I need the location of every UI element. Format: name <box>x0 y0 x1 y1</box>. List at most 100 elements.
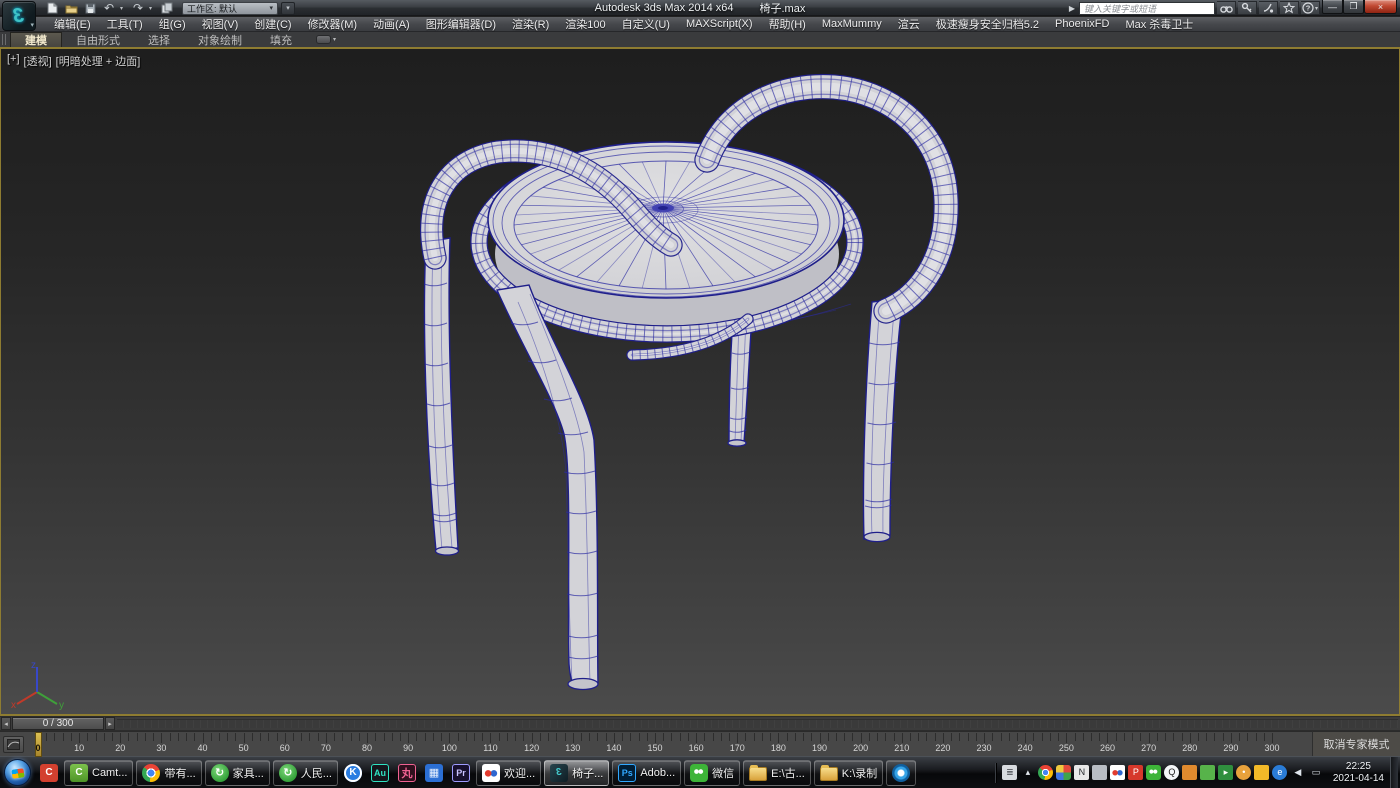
taskbar-window-browser360[interactable]: ↻人民... <box>273 760 338 786</box>
ribbon-tab-4[interactable]: 填充 <box>256 32 306 47</box>
search-input[interactable]: 键入关键字或短语 <box>1079 2 1215 15</box>
menu-item-16[interactable]: PhoenixFD <box>1047 17 1117 32</box>
cancel-expert-mode-button[interactable]: 取消专家模式 <box>1312 731 1400 756</box>
ribbon-tab-0[interactable]: 建模 <box>10 32 62 47</box>
taskbar-window-camtasia-green[interactable]: CCamt... <box>64 760 133 786</box>
ruler-label-160: 160 <box>689 743 704 753</box>
recorder-icon[interactable]: ▸ <box>1218 765 1233 780</box>
ruler-tick <box>581 733 582 741</box>
usb-icon[interactable] <box>1092 765 1107 780</box>
time-slider-handle[interactable]: 0 / 300 <box>12 717 104 730</box>
minimize-button[interactable]: — <box>1322 0 1343 14</box>
previous-frame-button[interactable]: ◂ <box>1 717 11 730</box>
menu-item-6[interactable]: 动画(A) <box>365 17 418 32</box>
menu-item-11[interactable]: MAXScript(X) <box>678 17 761 32</box>
redo-button[interactable]: ↷ <box>130 1 146 15</box>
favorites-button[interactable] <box>1280 1 1299 15</box>
taskbar-pinned-wan[interactable]: 丸 <box>395 760 419 786</box>
undo-button[interactable]: ↶ <box>101 1 117 15</box>
start-button[interactable] <box>4 759 31 786</box>
taskbar-pinned-camtasia-red[interactable]: C <box>37 760 61 786</box>
ribbon-tab-1[interactable]: 自由形式 <box>62 32 134 47</box>
files-icon[interactable] <box>1182 765 1197 780</box>
chevron-down-icon: ▾ <box>30 21 34 29</box>
menu-item-17[interactable]: Max 杀毒卫士 <box>1117 17 1201 32</box>
pdf-icon[interactable]: P <box>1128 765 1143 780</box>
time-slider-track[interactable] <box>117 719 1398 728</box>
menu-item-15[interactable]: 极速瘦身安全归档5.2 <box>928 17 1047 32</box>
subscription-center-button[interactable] <box>1238 1 1257 15</box>
taskbar-window-cloudapp[interactable]: 欢迎... <box>476 760 541 786</box>
new-scene-button[interactable] <box>44 1 60 15</box>
ribbon-tab-3[interactable]: 对象绘制 <box>184 32 256 47</box>
taskbar-window-chrome[interactable]: 带有... <box>136 760 201 786</box>
taskbar-pinned-kk[interactable]: K <box>341 760 365 786</box>
ime-icon[interactable]: N <box>1074 765 1089 780</box>
ribbon-toggle-button[interactable]: ▾ <box>316 34 342 45</box>
viewport-menu-shading[interactable]: [明暗处理 + 边面] <box>56 53 141 69</box>
taskbar-pinned-tiles[interactable]: ▦ <box>422 760 446 786</box>
taskbar-window-browser360[interactable]: ↻家具... <box>205 760 270 786</box>
communication-center-button[interactable] <box>1259 1 1278 15</box>
colors-tray-icon[interactable] <box>1056 765 1071 780</box>
ie-icon[interactable]: e <box>1272 765 1287 780</box>
perspective-viewport[interactable]: [+] [透视] [明暗处理 + 边面] x y z <box>0 47 1400 716</box>
menu-item-1[interactable]: 工具(T) <box>99 17 151 32</box>
infocenter-collapse-arrow[interactable]: ▶ <box>1069 4 1075 13</box>
menu-item-14[interactable]: 渲云 <box>890 17 928 32</box>
cloud-tray-icon[interactable] <box>1110 765 1125 780</box>
menu-item-12[interactable]: 帮助(H) <box>761 17 814 32</box>
qq-icon[interactable]: Q <box>1164 765 1179 780</box>
redo-dropdown[interactable]: ▾ <box>149 5 156 12</box>
menu-item-13[interactable]: MaxMummy <box>814 17 890 32</box>
show-hidden-icons[interactable]: ▴ <box>1020 765 1035 780</box>
restore-button[interactable]: ❐ <box>1343 0 1364 14</box>
plug-icon[interactable] <box>1200 765 1215 780</box>
toolbar-customize-button[interactable]: ▾ <box>281 2 295 15</box>
taskbar-pinned-au[interactable]: Au <box>368 760 392 786</box>
workspace-dropdown[interactable]: 工作区: 默认 ▾ <box>182 2 278 15</box>
taskbar-clock[interactable]: 22:25 2021-04-14 <box>1333 761 1384 785</box>
menu-item-7[interactable]: 图形编辑器(D) <box>418 17 504 32</box>
wechat-tray-icon[interactable] <box>1146 765 1161 780</box>
camera-icon[interactable]: • <box>1236 765 1251 780</box>
menu-item-10[interactable]: 自定义(U) <box>614 17 678 32</box>
taskbar-window-max[interactable]: 3椅子... <box>544 760 609 786</box>
taskbar-window-folder[interactable]: K:\录制 <box>814 760 883 786</box>
ribbon-grip[interactable] <box>2 34 6 45</box>
next-frame-button[interactable]: ▸ <box>105 717 115 730</box>
undo-dropdown[interactable]: ▾ <box>120 5 127 12</box>
open-folder-icon <box>65 3 78 14</box>
project-folder-button[interactable] <box>159 1 175 15</box>
application-menu-button[interactable]: 3 ▾ <box>2 1 36 31</box>
ribbon-tab-2[interactable]: 选择 <box>134 32 184 47</box>
open-mini-curve-editor-button[interactable] <box>3 736 24 753</box>
timeline-ruler[interactable]: 0102030405060708090100110120130140150160… <box>28 732 1312 757</box>
ruler-label-90: 90 <box>403 743 413 753</box>
chrome-tray-icon[interactable] <box>1038 765 1053 780</box>
close-button[interactable]: × <box>1364 0 1397 14</box>
taskbar-window-camtasia-blue[interactable] <box>886 760 916 786</box>
show-desktop-button[interactable] <box>1390 757 1398 788</box>
taskbar-window-folder[interactable]: E:\古... <box>743 760 811 786</box>
taskbar-pinned-pr[interactable]: Pr <box>449 760 473 786</box>
security-icon[interactable] <box>1254 765 1269 780</box>
viewport-menu-general[interactable]: [+] <box>7 53 20 69</box>
menu-item-0[interactable]: 编辑(E) <box>46 17 99 32</box>
search-button[interactable] <box>1217 1 1236 15</box>
network-icon[interactable]: ▭ <box>1308 765 1323 780</box>
volume-icon[interactable]: ◀ <box>1290 765 1305 780</box>
menu-item-9[interactable]: 渲染100 <box>557 17 613 32</box>
taskbar-window-wechat[interactable]: 微信 <box>684 760 740 786</box>
save-file-button[interactable] <box>82 1 98 15</box>
help-button[interactable]: ? ▾ <box>1301 1 1320 15</box>
viewport-menu-pov[interactable]: [透视] <box>24 53 52 69</box>
menu-item-8[interactable]: 渲染(R) <box>504 17 557 32</box>
open-file-button[interactable] <box>63 1 79 15</box>
keyboard-icon[interactable]: ≣ <box>1002 765 1017 780</box>
menu-item-2[interactable]: 组(G) <box>151 17 194 32</box>
menu-item-5[interactable]: 修改器(M) <box>300 17 366 32</box>
menu-item-4[interactable]: 创建(C) <box>246 17 299 32</box>
menu-item-3[interactable]: 视图(V) <box>194 17 247 32</box>
taskbar-window-ps[interactable]: PsAdob... <box>612 760 681 786</box>
